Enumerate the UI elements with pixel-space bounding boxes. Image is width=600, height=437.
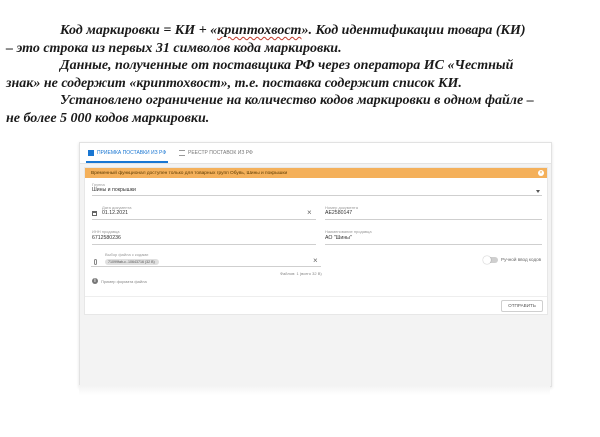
seller-name-label: Наименование продавца bbox=[325, 229, 372, 234]
send-button[interactable]: ОТПРАВИТЬ bbox=[501, 300, 543, 312]
seller-name-input[interactable]: АО "Шины" bbox=[325, 235, 352, 241]
paperclip-icon bbox=[94, 259, 97, 265]
doc-line-4: знак» не содержит «криптохвост», т.е. по… bbox=[6, 75, 462, 91]
manual-input-label: Ручной ввод кодов bbox=[501, 257, 542, 262]
document-icon bbox=[88, 150, 94, 156]
form-card: Временный функционал доступен только для… bbox=[84, 167, 548, 315]
format-example-link[interactable]: Пример формата файла bbox=[101, 279, 147, 284]
inn-label: ИНН продавца bbox=[92, 229, 120, 234]
tab-registry-from-rf[interactable]: РЕЕСТР ПОСТАВОК ИЗ РФ bbox=[179, 143, 253, 163]
active-tab-indicator bbox=[86, 161, 168, 163]
tab-receive-from-rf[interactable]: ПРИЕМКА ПОСТАВКИ ИЗ РФ bbox=[88, 143, 166, 163]
chevron-down-icon[interactable] bbox=[536, 190, 540, 193]
group-select[interactable]: Шины и покрышки bbox=[92, 187, 136, 193]
spellcheck-word: криптохвост bbox=[217, 23, 302, 38]
file-chip[interactable]: 71099fab-c..10643716 (32 B) bbox=[105, 259, 159, 265]
inn-input[interactable]: 6712580236 bbox=[92, 235, 121, 241]
file-count: Файлов: 1 (всего 32 B) bbox=[280, 271, 322, 276]
doc-line-3: Данные, полученные от поставщика РФ чере… bbox=[60, 58, 514, 73]
doc-date-input[interactable]: 01.12.2021 bbox=[102, 210, 128, 216]
clear-date-icon[interactable]: × bbox=[307, 209, 312, 217]
doc-line-5: Установлено ограничение на количество ко… bbox=[60, 93, 534, 108]
file-picker[interactable]: Выбор файла с кодами 71099fab-c..1064371… bbox=[91, 252, 321, 267]
doc-line-1: Код маркировки = КИ + «криптохвост». Код… bbox=[60, 23, 526, 38]
warning-banner: Временный функционал доступен только для… bbox=[85, 168, 547, 178]
doc-line-2: – это строка из первых 31 символов кода … bbox=[6, 40, 342, 56]
remove-file-icon[interactable]: × bbox=[313, 257, 318, 265]
tab-bar: ПРИЕМКА ПОСТАВКИ ИЗ РФ РЕЕСТР ПОСТАВОК И… bbox=[80, 143, 551, 164]
info-icon: i bbox=[92, 278, 98, 284]
instruction-text: Код маркировки = КИ + «криптохвост». Код… bbox=[6, 22, 594, 127]
manual-input-toggle[interactable] bbox=[483, 256, 498, 264]
file-picker-label: Выбор файла с кодами bbox=[105, 252, 149, 257]
doc-number-input[interactable]: АЕ2580147 bbox=[325, 210, 352, 216]
list-icon bbox=[179, 150, 185, 156]
toggle-knob bbox=[483, 256, 491, 264]
form-screenshot: ПРИЕМКА ПОСТАВКИ ИЗ РФ РЕЕСТР ПОСТАВОК И… bbox=[79, 142, 552, 387]
calendar-icon[interactable] bbox=[92, 211, 97, 216]
close-icon[interactable]: × bbox=[538, 170, 544, 176]
doc-line-6: не более 5 000 кодов маркировки. bbox=[6, 110, 210, 126]
